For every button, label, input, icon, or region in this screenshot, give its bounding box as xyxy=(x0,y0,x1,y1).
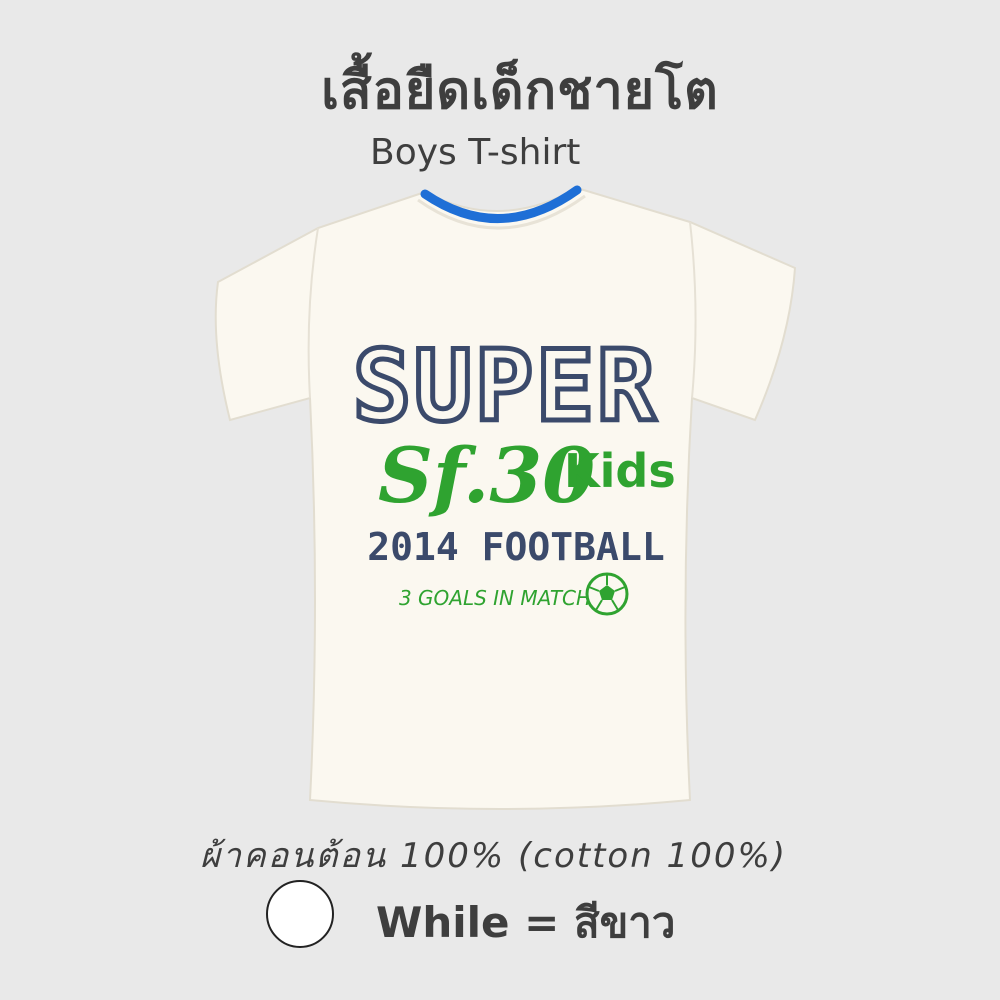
color-swatch xyxy=(266,880,334,948)
soccer-ball-icon xyxy=(585,572,629,616)
print-super: SUPER xyxy=(352,330,657,444)
print-goals: 3 GOALS IN MATCH xyxy=(399,586,591,610)
print-football: 2014 FOOTBALL xyxy=(367,525,664,569)
print-kids: Kids xyxy=(564,444,676,498)
material-text: ผ้าคอนต้อน 100% (cotton 100%) xyxy=(200,836,788,876)
color-label: While = สีขาว xyxy=(376,898,676,947)
print-number: Sf.30 xyxy=(378,431,595,520)
